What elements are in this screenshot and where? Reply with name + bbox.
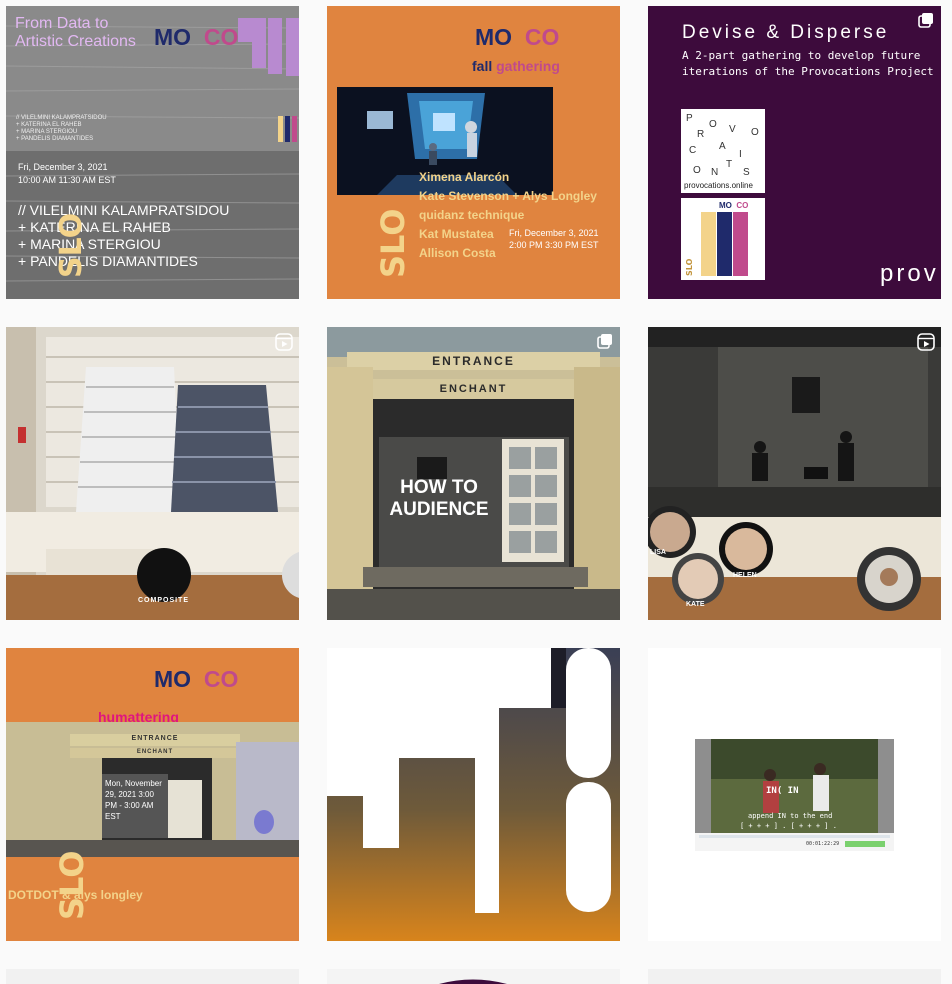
provocations-logo: P O R V O C A I T O S N provocations.onl… xyxy=(681,109,765,193)
timecode: 00:01:22:29 xyxy=(806,841,840,847)
slo-label: SLO xyxy=(374,208,412,279)
post-tile-10[interactable] xyxy=(6,969,299,984)
post-tile-6[interactable]: LISA HELEN KATE xyxy=(648,327,941,620)
brand-text: prov xyxy=(880,260,939,287)
frame-text-2: append IN to the end xyxy=(748,812,833,820)
big-names: // VILELMINI KALAMPRATSIDOU + KATERINA EL… xyxy=(18,202,230,269)
reel-icon xyxy=(275,333,293,351)
slo-label: SLO xyxy=(54,212,89,278)
post-tile-4[interactable]: COMPOSITE xyxy=(6,327,299,620)
moco-logo: MO CO xyxy=(475,24,560,50)
post-tile-7[interactable]: MO CO humattering ENTRANCE ENCHANT Mon, … xyxy=(6,648,299,941)
moco-logo: MO CO xyxy=(154,666,239,692)
post-tile-12[interactable] xyxy=(648,969,941,984)
event-datetime: Fri, December 3, 2021 10:00 AM 11:30 AM … xyxy=(18,162,116,185)
participant-label: COMPOSITE xyxy=(138,597,190,604)
frame-text-1: IN( IN xyxy=(766,786,799,796)
avatar-label-lisa: LISA xyxy=(650,549,666,556)
overlay-title: HOW TO AUDIENCE xyxy=(389,477,489,520)
avatar-label-helen: HELEN xyxy=(733,572,757,579)
carousel-icon xyxy=(918,13,933,28)
entrance-sign: ENTRANCE xyxy=(432,354,515,368)
post-tile-9[interactable]: IN( IN append IN to the end [ + + + ] . … xyxy=(648,648,941,941)
post-tile-5[interactable]: ENTRANCE ENCHANT HOW TO AUDIENCE xyxy=(327,327,620,620)
post-tile-3[interactable]: Devise & Disperse A 2-part gathering to … xyxy=(648,6,941,299)
post-tile-11[interactable] xyxy=(327,969,620,984)
performance-photo xyxy=(648,327,941,620)
frame-text-3: [ + + + ] . [ + + + ] . xyxy=(740,822,837,830)
small-names: // VILELMINI KALAMPRATSIDOU + KATERINA EL… xyxy=(16,115,107,142)
spectrogram-graphic xyxy=(327,648,620,941)
carousel-icon xyxy=(597,334,612,349)
entrance-photo xyxy=(327,327,620,620)
event-datetime: Mon, November 29, 2021 3:00 PM - 3:00 AM… xyxy=(105,779,162,821)
event-datetime: Fri, December 3, 2021 2:00 PM 3:30 PM ES… xyxy=(509,228,599,250)
post-tile-2[interactable]: MO CO fall gathering Ximena Alarcón Kate… xyxy=(327,6,620,299)
gathering-title: fall gathering xyxy=(472,58,560,74)
reel-icon xyxy=(917,333,935,351)
post-title: Devise & Disperse xyxy=(682,22,890,43)
partial-circle-graphic xyxy=(439,979,507,984)
entrance-sign: ENTRANCE xyxy=(131,735,179,742)
enchant-sign: ENCHANT xyxy=(439,383,508,395)
post-subtitle: A 2-part gathering to develop future ite… xyxy=(682,49,934,78)
moco-logo: MO CO xyxy=(154,24,239,50)
post-tile-1[interactable]: From Data to Artistic Creations MO CO //… xyxy=(6,6,299,299)
post-tile-8[interactable] xyxy=(327,648,620,941)
moco-mini-logo: MO CO SLO xyxy=(681,198,765,280)
avatar-label-kate: KATE xyxy=(686,601,705,608)
installation-photo xyxy=(6,327,299,620)
slo-label: SLO xyxy=(53,850,91,921)
post-title: From Data to Artistic Creations xyxy=(15,15,136,50)
enchant-sign: ENCHANT xyxy=(136,749,174,755)
